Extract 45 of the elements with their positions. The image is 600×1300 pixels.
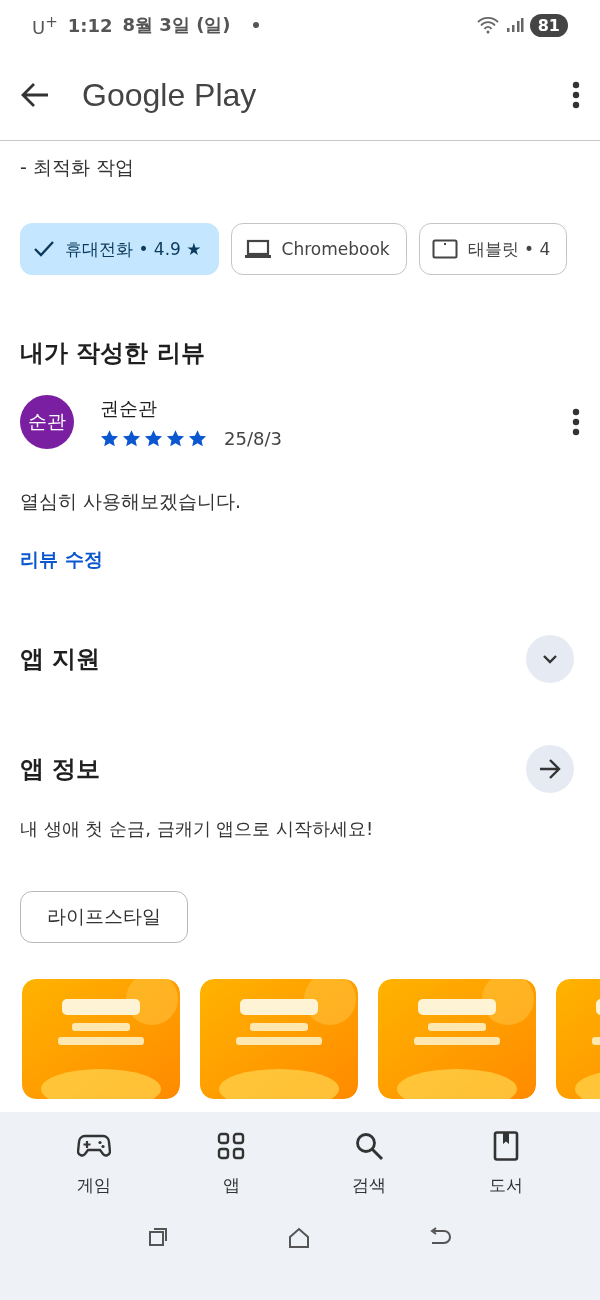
device-filter-chip[interactable]: 태블릿 • 4 xyxy=(418,223,568,275)
section-heading: 앱 정보 xyxy=(20,754,101,785)
edit-review-link[interactable]: 리뷰 수정 xyxy=(20,547,103,573)
device-filter-chip[interactable]: Chromebook xyxy=(230,223,407,275)
carrier: U$^{+}$ xyxy=(32,12,58,38)
book-icon xyxy=(493,1131,520,1161)
category-chip[interactable]: 라이프스타일 xyxy=(20,891,188,943)
gamepad-icon xyxy=(76,1134,111,1158)
app-description: 내 생애 첫 순금, 금캐기 앱으로 시작하세요! xyxy=(20,817,375,841)
star-icon xyxy=(166,428,185,448)
clock: 1:12 xyxy=(67,14,113,36)
battery-level: 81 xyxy=(529,13,568,37)
home-icon[interactable] xyxy=(287,1227,311,1249)
check-icon xyxy=(33,240,55,258)
section-heading: 앱 지원 xyxy=(20,644,101,675)
star-icon xyxy=(122,428,141,448)
device-filter-chip[interactable]: 휴대전화 • 4.9 ★ xyxy=(20,223,219,275)
arrow-right-icon xyxy=(539,759,561,779)
search-icon xyxy=(353,1131,384,1161)
star-icon xyxy=(188,428,207,448)
review-author: 권순관 xyxy=(100,395,158,421)
notification-dot-icon xyxy=(252,22,259,28)
star-icon xyxy=(144,428,163,448)
signal-icon xyxy=(505,17,524,33)
wifi-icon xyxy=(475,16,500,34)
status-date: 8월 3일 (일) xyxy=(122,13,231,37)
review-date: 25/8/3 xyxy=(224,427,282,449)
back-arrow-icon[interactable] xyxy=(20,82,50,108)
star-icon xyxy=(100,428,119,448)
nav-tab[interactable]: 도서 xyxy=(456,1130,557,1197)
chevron-down-icon xyxy=(542,654,558,664)
more-options-icon[interactable] xyxy=(572,408,580,436)
release-note: - 최적화 작업 xyxy=(20,155,135,180)
grid-icon xyxy=(217,1132,246,1160)
user-avatar: 순관 xyxy=(20,395,74,449)
app-title: Google Play xyxy=(82,76,257,114)
laptop-icon xyxy=(243,239,272,259)
more-options-icon[interactable] xyxy=(572,81,580,109)
section-heading: 내가 작성한 리뷰 xyxy=(20,338,206,369)
review-text: 열심히 사용해보겠습니다. xyxy=(20,489,243,514)
nav-tab[interactable]: 앱 xyxy=(181,1130,282,1197)
nav-tab[interactable]: 게임 xyxy=(43,1130,144,1197)
nav-tab[interactable]: 검색 xyxy=(318,1130,419,1197)
open-button[interactable] xyxy=(526,745,574,793)
tablet-icon xyxy=(431,239,458,259)
